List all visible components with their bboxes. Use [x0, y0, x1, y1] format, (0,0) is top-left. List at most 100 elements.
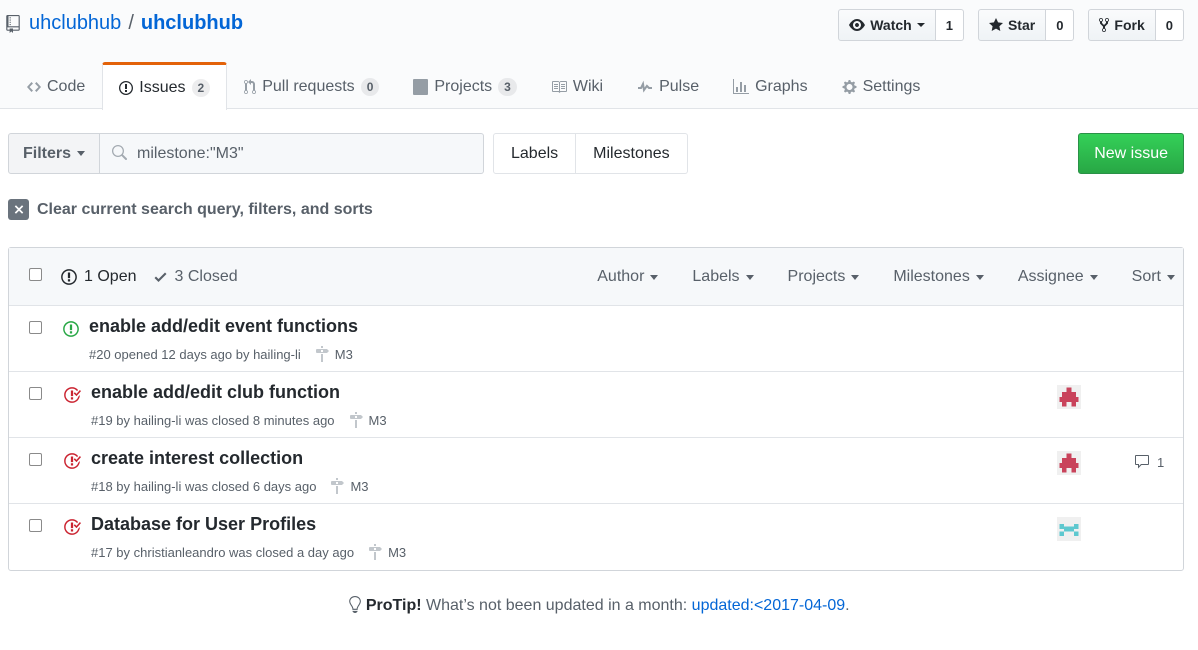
tab-issues[interactable]: Issues 2	[102, 62, 228, 110]
assignee-avatar[interactable]	[1057, 517, 1081, 541]
filter-group: Filters	[8, 133, 485, 174]
author-filter-label: Author	[597, 268, 645, 285]
milestone-label: M3	[368, 412, 387, 428]
chevron-down-icon	[851, 274, 860, 280]
sort-filter-label: Sort	[1131, 268, 1161, 285]
comments-link[interactable]: 1	[1133, 454, 1164, 470]
issue-title-link[interactable]: create interest collection	[91, 448, 303, 469]
milestone-link[interactable]: M3	[330, 478, 369, 494]
chevron-down-icon	[745, 274, 754, 280]
issue-row: enable add/edit club function #19 by hai…	[9, 372, 1183, 438]
projects-filter[interactable]: Projects	[788, 268, 860, 286]
issue-closed-icon	[64, 453, 81, 469]
clear-query-label: Clear current search query, filters, and…	[37, 200, 373, 218]
clear-query-link[interactable]: Clear current search query, filters, and…	[8, 199, 373, 220]
issue-title-link[interactable]: Database for User Profiles	[91, 514, 316, 535]
chevron-down-icon	[650, 274, 659, 280]
milestones-filter[interactable]: Milestones	[893, 268, 984, 286]
repo-nav: Code Issues 2 Pull requests 0 Projects 3…	[10, 62, 938, 110]
tab-settings-label: Settings	[862, 78, 921, 95]
chevron-down-icon	[916, 23, 925, 27]
issue-checkbox[interactable]	[29, 453, 42, 466]
issue-meta: #17 by christianleandro was closed a day…	[91, 544, 406, 560]
issue-checkbox[interactable]	[29, 387, 42, 400]
fork-button[interactable]: Fork	[1088, 9, 1156, 41]
tab-wiki-label: Wiki	[572, 78, 604, 95]
author-filter[interactable]: Author	[597, 268, 659, 286]
new-issue-button[interactable]: New issue	[1078, 133, 1184, 174]
open-count-label: 1 Open	[84, 268, 137, 285]
watch-group: Watch 1	[838, 9, 964, 41]
search-icon	[112, 145, 128, 160]
watch-count[interactable]: 1	[935, 9, 964, 41]
tab-graphs-label: Graphs	[755, 78, 808, 95]
assignee-avatar[interactable]	[1057, 451, 1081, 475]
comment-icon	[1135, 455, 1149, 469]
issue-meta: #20 opened 12 days ago by hailing-li M3	[89, 346, 353, 362]
repo-owner-link[interactable]: uhclubhub	[29, 12, 121, 35]
code-icon	[27, 82, 41, 92]
labels-filter-label: Labels	[692, 268, 740, 285]
close-icon	[8, 199, 29, 220]
issue-meta-text: #17 by christianleandro was closed a day…	[91, 544, 355, 560]
issue-row: create interest collection #18 by hailin…	[9, 438, 1183, 504]
tab-graphs[interactable]: Graphs	[716, 62, 824, 109]
issue-title-link[interactable]: enable add/edit club function	[91, 382, 340, 403]
fork-count[interactable]: 0	[1155, 9, 1184, 41]
graph-icon	[733, 79, 750, 94]
milestones-link[interactable]: Milestones	[576, 133, 688, 174]
comments-count: 1	[1157, 454, 1165, 470]
projects-filter-label: Projects	[787, 268, 846, 285]
labels-link[interactable]: Labels	[493, 133, 577, 174]
list-filters: Author Labels Projects Milestones Assign…	[563, 268, 1175, 286]
milestone-link[interactable]: M3	[315, 346, 353, 362]
issue-meta: #18 by hailing-li was closed 6 days ago …	[91, 478, 369, 494]
tab-pull-requests[interactable]: Pull requests 0	[227, 62, 396, 109]
milestone-icon	[331, 478, 345, 494]
assignee-filter[interactable]: Assignee	[1018, 268, 1098, 286]
pulls-counter: 0	[360, 78, 380, 96]
select-all-checkbox[interactable]	[29, 268, 42, 281]
repo-actions: Watch 1 Star 0 Fork 0	[838, 9, 1184, 41]
chevron-down-icon	[975, 274, 984, 280]
tab-pulse[interactable]: Pulse	[620, 62, 716, 109]
assignee-avatar[interactable]	[1057, 385, 1081, 409]
protip-link[interactable]: updated:<2017-04-09	[692, 597, 845, 614]
issue-opened-icon	[63, 321, 79, 337]
filters-dropdown[interactable]: Filters	[8, 133, 101, 174]
issue-title-link[interactable]: enable add/edit event functions	[89, 316, 358, 337]
tab-code[interactable]: Code	[10, 62, 102, 109]
watch-label: Watch	[870, 17, 912, 33]
repo-header: uhclubhub / uhclubhub Watch 1 Star 0 For…	[0, 0, 1198, 110]
repo-separator: /	[128, 12, 134, 34]
watch-button[interactable]: Watch	[838, 9, 936, 41]
fork-label: Fork	[1114, 17, 1145, 33]
tab-wiki[interactable]: Wiki	[534, 62, 620, 109]
projects-counter: 3	[498, 78, 517, 96]
milestone-label: M3	[388, 544, 407, 560]
labels-filter[interactable]: Labels	[692, 268, 754, 286]
star-button[interactable]: Star	[977, 9, 1047, 41]
repo-title: uhclubhub / uhclubhub	[6, 12, 243, 35]
search-input[interactable]	[100, 134, 484, 173]
protip-label: ProTip!	[365, 597, 422, 614]
assignee-filter-label: Assignee	[1017, 268, 1084, 285]
issue-opened-icon	[119, 80, 134, 95]
sort-filter[interactable]: Sort	[1132, 268, 1175, 286]
closed-count-label: 3 Closed	[174, 268, 238, 285]
issue-meta-text: #20 opened 12 days ago by hailing-li	[89, 346, 301, 362]
tab-projects[interactable]: Projects 3	[396, 62, 533, 109]
tab-settings[interactable]: Settings	[825, 62, 938, 109]
star-count[interactable]: 0	[1046, 9, 1075, 41]
milestone-link[interactable]: M3	[349, 412, 387, 428]
tab-code-label: Code	[47, 78, 86, 95]
milestone-link[interactable]: M3	[368, 544, 406, 560]
tab-issues-label: Issues	[139, 78, 186, 96]
repo-name-link[interactable]: uhclubhub	[141, 12, 243, 35]
issue-checkbox[interactable]	[29, 321, 42, 334]
light-bulb-icon	[349, 596, 362, 613]
closed-issues-toggle[interactable]: 3 Closed	[154, 268, 238, 286]
open-issues-toggle[interactable]: 1 Open	[61, 268, 136, 286]
filters-label: Filters	[23, 144, 72, 162]
issue-checkbox[interactable]	[29, 519, 42, 532]
